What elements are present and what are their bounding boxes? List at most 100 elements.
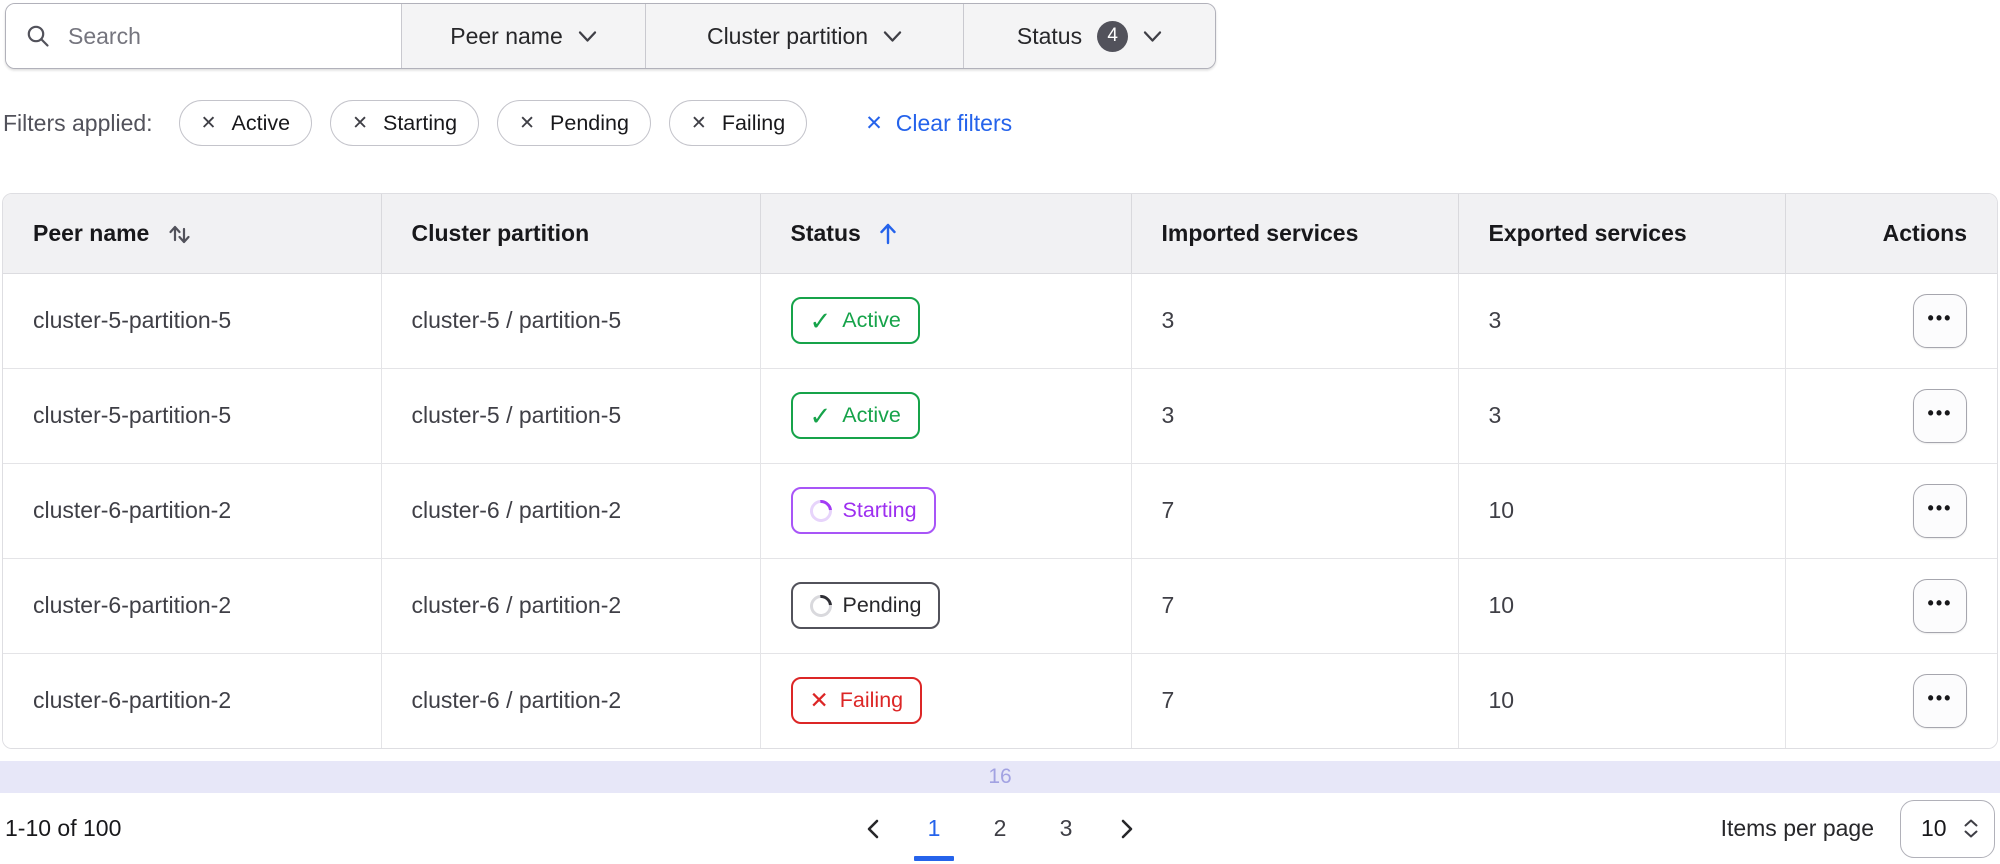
range-label: 1-10 of 100 xyxy=(5,815,122,841)
exported-services-cell: 3 xyxy=(1457,367,1785,463)
imported-services-cell: 3 xyxy=(1130,273,1458,368)
column-header-actions: Actions xyxy=(1784,194,1997,274)
row-actions-button[interactable]: ••• xyxy=(1913,293,1967,348)
peer-name-cell: cluster-6-partition-2 xyxy=(3,652,381,748)
row-actions-button[interactable]: ••• xyxy=(1913,388,1967,443)
close-icon: ✕ xyxy=(865,111,883,135)
column-label: Cluster partition xyxy=(411,219,590,246)
close-icon[interactable]: ✕ xyxy=(352,114,368,133)
page-number-button-1[interactable]: 1 xyxy=(913,797,955,861)
applied-filters-row: Filters applied: ✕ Active ✕ Starting ✕ P… xyxy=(3,100,1012,146)
table-row: cluster-6-partition-2 cluster-6 / partit… xyxy=(3,557,1997,653)
actions-cell: ••• xyxy=(1784,557,1997,653)
column-header-status[interactable]: Status xyxy=(759,194,1131,274)
cluster-partition-cell: cluster-5 / partition-5 xyxy=(380,367,760,463)
filter-chip-failing[interactable]: ✕ Failing xyxy=(668,100,808,146)
row-count-value: 16 xyxy=(988,765,1012,788)
column-header-cluster-partition[interactable]: Cluster partition xyxy=(380,194,760,274)
status-cell: Starting xyxy=(759,462,1131,558)
cluster-partition-cell: cluster-6 / partition-2 xyxy=(380,462,760,558)
next-page-button[interactable] xyxy=(1111,797,1141,861)
status-badge: Pending xyxy=(790,582,941,629)
clear-filters-button[interactable]: ✕ Clear filters xyxy=(865,110,1012,137)
status-label: Pending xyxy=(842,593,922,617)
table-header-row: Peer name Cluster partition Status Impor… xyxy=(3,194,1997,274)
actions-cell: ••• xyxy=(1784,273,1997,368)
column-label: Peer name xyxy=(33,219,150,246)
cluster-partition-cell: cluster-6 / partition-2 xyxy=(380,557,760,653)
search-input[interactable] xyxy=(66,21,390,51)
imported-services-cell: 7 xyxy=(1130,652,1458,748)
status-badge: Starting xyxy=(790,487,936,534)
items-per-page-label: Items per page xyxy=(1720,815,1874,841)
table-row: cluster-5-partition-5 cluster-5 / partit… xyxy=(3,367,1997,463)
row-actions-button[interactable]: ••• xyxy=(1913,673,1967,728)
chevron-down-icon xyxy=(883,30,902,43)
close-icon[interactable]: ✕ xyxy=(691,114,707,133)
page-number-button-2[interactable]: 2 xyxy=(979,797,1021,861)
status-label: Active xyxy=(842,403,901,427)
items-per-page-value: 10 xyxy=(1921,815,1947,841)
column-header-exported-services: Exported services xyxy=(1457,194,1785,274)
page-controls: 1 2 3 xyxy=(859,797,1141,861)
actions-cell: ••• xyxy=(1784,652,1997,748)
items-per-page-control: Items per page 10 xyxy=(1720,799,1995,858)
table-row: cluster-6-partition-2 cluster-6 / partit… xyxy=(3,462,1997,558)
x-icon: ✕ xyxy=(809,687,829,714)
pagination-bar: 1-10 of 100 1 2 3 Items per page 10 xyxy=(5,793,1995,864)
column-label: Imported services xyxy=(1161,219,1359,246)
status-label: Failing xyxy=(839,688,904,713)
filter-toolbar: Peer name Cluster partition Status 4 xyxy=(5,3,1216,69)
column-header-peer-name[interactable]: Peer name xyxy=(3,194,381,274)
imported-services-cell: 3 xyxy=(1130,367,1458,463)
close-icon[interactable]: ✕ xyxy=(519,114,535,133)
sort-both-icon[interactable] xyxy=(165,219,193,247)
chevron-down-icon xyxy=(578,30,597,43)
status-label: Active xyxy=(842,308,901,332)
filter-dropdown-cluster-partition[interactable]: Cluster partition xyxy=(645,4,963,68)
sort-ascending-icon[interactable] xyxy=(877,221,899,246)
status-label: Starting xyxy=(842,498,917,522)
filter-dropdown-label: Status xyxy=(1016,22,1083,49)
imported-services-cell: 7 xyxy=(1130,462,1458,558)
page-number-button-3[interactable]: 3 xyxy=(1045,797,1087,861)
exported-services-cell: 10 xyxy=(1457,652,1785,748)
cluster-partition-cell: cluster-5 / partition-5 xyxy=(380,273,760,368)
exported-services-cell: 10 xyxy=(1457,557,1785,653)
peers-table: Peer name Cluster partition Status Impor… xyxy=(2,193,1998,749)
filter-chip-active[interactable]: ✕ Active xyxy=(178,100,313,146)
peer-name-cell: cluster-6-partition-2 xyxy=(3,462,381,558)
row-actions-button[interactable]: ••• xyxy=(1913,483,1967,538)
previous-page-button[interactable] xyxy=(859,797,889,861)
status-cell: Pending xyxy=(759,557,1131,653)
spinner-icon xyxy=(805,590,836,621)
items-per-page-select[interactable]: 10 xyxy=(1900,799,1995,858)
column-label: Actions xyxy=(1882,219,1967,246)
column-header-imported-services: Imported services xyxy=(1130,194,1458,274)
column-label: Status xyxy=(790,219,861,246)
filter-dropdown-peer-name[interactable]: Peer name xyxy=(401,4,645,68)
filter-chip-pending[interactable]: ✕ Pending xyxy=(497,100,651,146)
status-cell: ✕ Failing xyxy=(759,652,1131,748)
table-row: cluster-5-partition-5 cluster-5 / partit… xyxy=(3,273,1997,368)
chevron-down-icon xyxy=(1143,30,1162,43)
status-badge: ✕ Failing xyxy=(790,677,923,725)
filter-chip-label: Active xyxy=(231,110,291,135)
peer-name-cell: cluster-6-partition-2 xyxy=(3,557,381,653)
filter-chip-starting[interactable]: ✕ Starting xyxy=(330,100,480,146)
peer-name-cell: cluster-5-partition-5 xyxy=(3,367,381,463)
exported-services-cell: 10 xyxy=(1457,462,1785,558)
table-row: cluster-6-partition-2 cluster-6 / partit… xyxy=(3,652,1997,748)
status-badge: ✓ Active xyxy=(790,392,920,439)
filter-chip-label: Failing xyxy=(721,110,786,135)
search-box[interactable] xyxy=(6,4,401,68)
check-icon: ✓ xyxy=(809,400,832,431)
filter-dropdown-label: Cluster partition xyxy=(706,22,869,49)
check-icon: ✓ xyxy=(809,305,832,336)
filter-chip-label: Pending xyxy=(550,110,629,135)
close-icon[interactable]: ✕ xyxy=(201,114,217,133)
filter-dropdown-status[interactable]: Status 4 xyxy=(963,4,1215,68)
row-actions-button[interactable]: ••• xyxy=(1913,578,1967,633)
filter-dropdown-label: Peer name xyxy=(450,22,563,49)
status-badge: ✓ Active xyxy=(790,297,920,344)
